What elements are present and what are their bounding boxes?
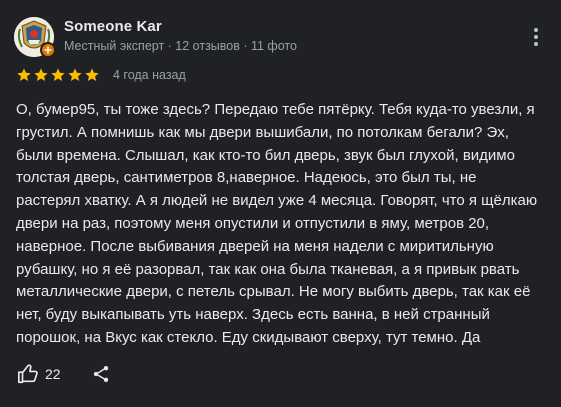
local-guide-badge-icon [40,42,56,58]
review-card: Someone Kar Местный эксперт · 12 отзывов… [0,0,561,407]
share-button[interactable] [91,364,111,384]
share-icon [93,366,108,382]
review-text: О, бумер95, ты тоже здесь? Передаю тебе … [16,101,538,346]
rating-row: 4 года назад [16,67,186,83]
more-options-button[interactable] [527,26,545,50]
star-icon [50,67,66,83]
more-vertical-icon [534,28,538,32]
star-icon [84,67,100,83]
like-count: 22 [45,366,61,382]
star-rating [16,67,101,83]
star-icon [16,67,32,83]
review-actions: 22 [17,362,111,386]
author-meta: Местный эксперт · 12 отзывов · 11 фото [64,39,297,53]
review-header: Someone Kar Местный эксперт · 12 отзывов… [14,14,547,62]
star-icon [33,67,49,83]
thumbs-up-icon [18,364,38,384]
review-date: 4 года назад [113,68,186,82]
author-name[interactable]: Someone Kar [64,18,162,35]
star-icon [67,67,83,83]
like-button[interactable]: 22 [17,363,61,385]
